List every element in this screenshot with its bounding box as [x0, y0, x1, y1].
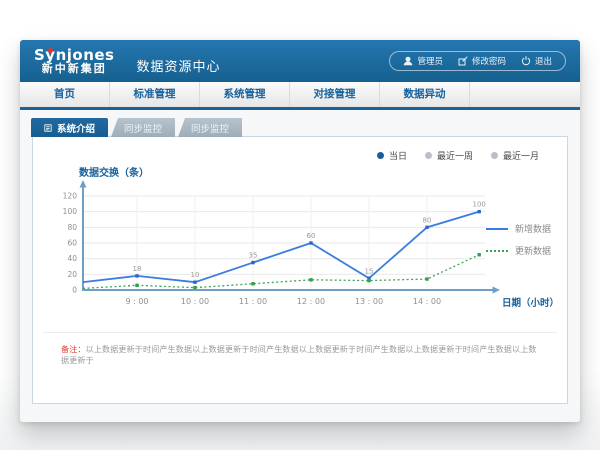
logo-company-name: 新中新集团 [34, 63, 115, 75]
x-tick-label: 13 : 00 [355, 297, 383, 306]
x-tick-label: 12 : 00 [297, 297, 325, 306]
tab-label: 同步监控 [191, 121, 229, 135]
series-line-新增数据 [83, 212, 479, 283]
radio-label: 最近一月 [503, 149, 539, 162]
data-point-marker [478, 210, 481, 213]
legend-item-新增数据: 新增数据 [486, 222, 551, 235]
nav-item-标准管理[interactable]: 标准管理 [110, 82, 200, 107]
y-axis-arrow [80, 180, 87, 188]
user-menu-item-label: 管理员 [417, 55, 443, 67]
nav-item-对接管理[interactable]: 对接管理 [290, 82, 380, 107]
radio-option-最近一月[interactable]: 最近一月 [491, 149, 539, 162]
x-axis-arrow [493, 287, 501, 294]
chart-area: 9 : 00 10 : 00 11 : 00 12 : 00 13 : 00 14 : 0… [33, 166, 567, 324]
x-tick-label: 9 : 00 [125, 297, 148, 306]
user-menu: 管理员 修改密码 退出 [389, 51, 566, 71]
page-title: 数据资源中心 [137, 56, 221, 75]
data-point-label: 10 [191, 271, 200, 279]
data-point-label: 18 [133, 265, 142, 273]
nav-item-首页[interactable]: 首页 [20, 82, 110, 107]
tab-bar: 系统介绍 同步监控 同步监控 [20, 118, 580, 137]
user-menu-item-label: 退出 [535, 55, 552, 67]
app-header: Synjones 新中新集团 数据资源中心 管理员 修改密码 退出 [20, 40, 580, 82]
data-point-marker [367, 279, 370, 282]
user-menu-item-change-password[interactable]: 修改密码 [458, 55, 506, 67]
series-line-更新数据 [83, 255, 479, 289]
x-tick-label: 14 : 00 [413, 297, 441, 306]
data-point-label: 80 [423, 216, 432, 224]
user-menu-item-label: 修改密码 [472, 55, 506, 67]
legend-label: 新增数据 [515, 222, 551, 235]
logo-brand-text: Synjones [34, 47, 115, 64]
data-point-marker [425, 277, 428, 280]
data-point-label: 35 [249, 252, 258, 260]
radio-dot [425, 152, 432, 159]
y-tick-label: 100 [63, 207, 78, 216]
legend-label: 更新数据 [515, 244, 551, 257]
radio-option-最近一周[interactable]: 最近一周 [425, 149, 473, 162]
note-text: 以上数据更新于时间产生数据以上数据更新于时间产生数据以上数据更新于时间产生数据以… [61, 345, 537, 365]
radio-label: 最近一周 [437, 149, 473, 162]
data-point-marker [425, 226, 428, 229]
user-icon [403, 56, 413, 66]
radio-dot [491, 152, 498, 159]
data-point-marker [135, 284, 138, 287]
data-point-marker [193, 280, 196, 283]
logo: Synjones 新中新集团 [34, 47, 115, 76]
tab-系统介绍-0[interactable]: 系统介绍 [31, 118, 108, 137]
radio-dot [377, 152, 384, 159]
y-tick-label: 120 [63, 192, 78, 201]
y-tick-label: 60 [67, 239, 77, 248]
tab-label: 同步监控 [124, 121, 162, 135]
data-point-marker [309, 278, 312, 281]
data-point-marker [193, 286, 196, 289]
data-point-marker [478, 253, 481, 256]
legend-line-sample [486, 250, 508, 252]
tab-同步监控-2[interactable]: 同步监控 [178, 118, 242, 137]
y-tick-label: 0 [72, 286, 77, 295]
logo-accent-dot [48, 48, 53, 53]
data-point-label: 100 [473, 201, 486, 209]
edit-icon [458, 56, 468, 66]
desktop-background: Synjones 新中新集团 数据资源中心 管理员修改密码退出 首页标准管理系统… [0, 0, 600, 450]
data-point-marker [135, 274, 138, 277]
nav-item-系统管理[interactable]: 系统管理 [200, 82, 290, 107]
data-point-marker [309, 241, 312, 244]
data-point-label: 60 [307, 232, 316, 240]
note-label: 备注： [61, 345, 86, 354]
legend-line-sample [486, 228, 508, 230]
time-range-filter: 当日 最近一周 最近一月 [33, 137, 567, 164]
y-axis-title: 数据交换（条） [79, 166, 149, 179]
footer-note: 备注：以上数据更新于时间产生数据以上数据更新于时间产生数据以上数据更新于时间产生… [43, 332, 557, 366]
legend-item-更新数据: 更新数据 [486, 244, 551, 257]
app-window: Synjones 新中新集团 数据资源中心 管理员修改密码退出 首页标准管理系统… [20, 40, 580, 422]
chart-panel: 当日 最近一周 最近一月 9 : 00 10 : 00 11 : 00 12 : 00 13… [32, 136, 568, 404]
radio-label: 当日 [389, 149, 407, 162]
content-area: 系统介绍 同步监控 同步监控 当日 最近一周 最近一月 9 : 00 10 : 00 11 … [20, 110, 580, 422]
nav-item-数据异动[interactable]: 数据异动 [380, 82, 470, 107]
y-tick-label: 40 [67, 254, 77, 263]
y-tick-label: 80 [67, 223, 77, 232]
tab-同步监控-1[interactable]: 同步监控 [111, 118, 175, 137]
y-tick-label: 20 [67, 270, 77, 279]
data-point-label: 15 [365, 267, 374, 275]
data-point-marker [251, 261, 254, 264]
chart-legend: 新增数据更新数据 [486, 222, 551, 266]
radio-option-当日[interactable]: 当日 [377, 149, 407, 162]
x-axis-title: 日期（小时） [502, 297, 559, 309]
user-menu-item-logout[interactable]: 退出 [521, 55, 552, 67]
x-tick-label: 10 : 00 [181, 297, 209, 306]
data-point-marker [251, 282, 254, 285]
logout-icon [521, 56, 531, 66]
document-icon [44, 124, 52, 132]
tab-label: 系统介绍 [57, 121, 95, 135]
user-menu-item-account[interactable]: 管理员 [403, 55, 443, 67]
main-nav: 首页标准管理系统管理对接管理数据异动 [20, 82, 580, 110]
x-tick-label: 11 : 00 [239, 297, 267, 306]
